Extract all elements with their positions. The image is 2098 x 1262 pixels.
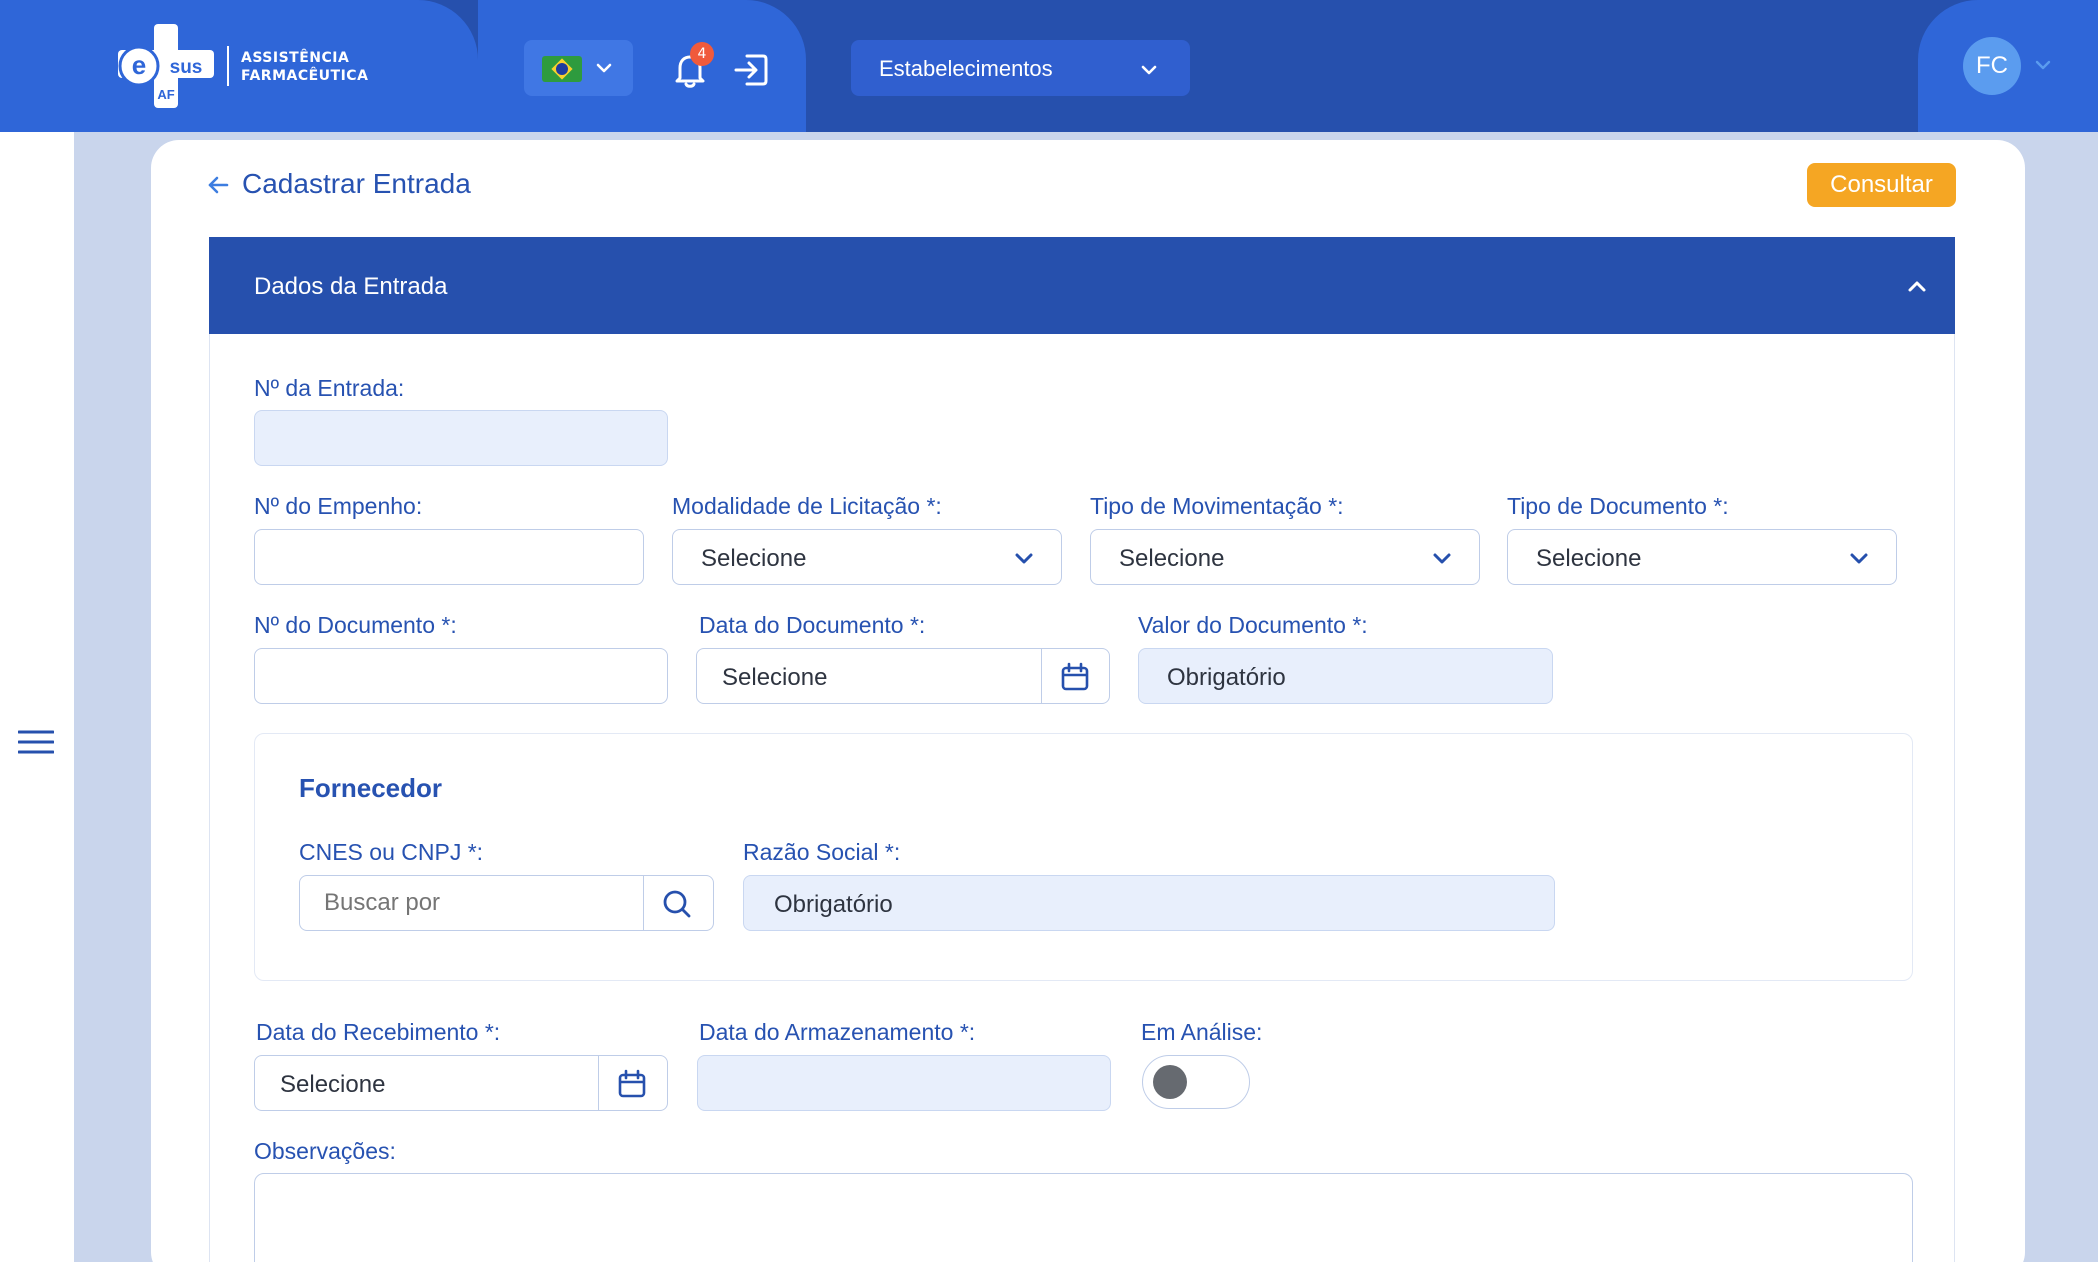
movement-type-value: Selecione	[1119, 545, 1225, 572]
chevron-down-icon	[1015, 553, 1033, 564]
commitment-number-input[interactable]	[255, 530, 643, 584]
chevron-down-icon	[1141, 65, 1157, 75]
establishments-select[interactable]: Estabelecimentos	[851, 40, 1190, 96]
under-analysis-toggle[interactable]	[1142, 1055, 1250, 1109]
search-button[interactable]	[643, 876, 713, 930]
calendar-icon	[618, 1069, 646, 1098]
entry-number-label: Nº da Entrada:	[254, 375, 405, 401]
search-icon	[663, 890, 691, 918]
calendar-button[interactable]	[598, 1056, 667, 1110]
company-name-field: Obrigatório	[743, 875, 1555, 931]
logo-panel	[0, 0, 478, 132]
notification-count-badge: 4	[690, 42, 714, 66]
commitment-number-label: Nº do Empenho:	[254, 493, 423, 519]
logo-sus-text: sus	[170, 57, 203, 78]
movement-type-label: Tipo de Movimentação *:	[1090, 493, 1344, 519]
commitment-number-field[interactable]	[254, 529, 644, 585]
language-select[interactable]	[524, 40, 633, 96]
document-date-label: Data do Documento *:	[699, 612, 926, 638]
esus-logo: e sus AF	[118, 24, 214, 108]
logo-e-text: e	[132, 50, 146, 80]
receipt-date-label: Data do Recebimento *:	[256, 1019, 501, 1045]
document-number-label: Nº do Documento *:	[254, 612, 457, 638]
cnes-cnpj-label: CNES ou CNPJ *:	[299, 839, 484, 865]
chevron-up-icon	[1908, 281, 1926, 292]
calendar-icon	[1061, 662, 1089, 691]
establishments-select-label: Estabelecimentos	[879, 56, 1053, 81]
document-number-input[interactable]	[255, 649, 667, 703]
bidding-modality-select[interactable]: Selecione	[672, 529, 1062, 585]
notes-field[interactable]	[254, 1173, 1913, 1262]
document-type-value: Selecione	[1536, 545, 1642, 572]
chevron-down-icon	[596, 63, 612, 73]
logout-icon[interactable]	[733, 50, 771, 90]
notes-label: Observações:	[254, 1138, 396, 1164]
logo-divider	[227, 46, 229, 86]
chevron-down-icon	[1433, 553, 1451, 564]
section-header-toggle[interactable]: Dados da Entrada	[209, 237, 1955, 334]
under-analysis-label: Em Análise:	[1141, 1019, 1263, 1045]
supplier-box	[254, 733, 1913, 981]
document-value-value: Obrigatório	[1167, 664, 1286, 691]
storage-date-label: Data do Armazenamento *:	[699, 1019, 976, 1045]
consult-button[interactable]: Consultar	[1807, 163, 1956, 207]
chevron-down-icon	[1850, 553, 1868, 564]
left-sidebar	[0, 132, 74, 1262]
logo-text: ASSISTÊNCIA FARMACÊUTICA	[241, 49, 368, 85]
bidding-modality-value: Selecione	[701, 545, 807, 572]
entry-number-field	[254, 410, 668, 466]
logo-line-2: FARMACÊUTICA	[241, 68, 369, 84]
document-type-label: Tipo de Documento *:	[1507, 493, 1729, 519]
company-name-label: Razão Social *:	[743, 839, 901, 865]
user-avatar[interactable]: FC	[1963, 37, 2021, 95]
company-name-value: Obrigatório	[774, 891, 893, 918]
logo-line-1: ASSISTÊNCIA	[241, 50, 350, 66]
document-date-picker[interactable]: Selecione	[696, 648, 1110, 704]
hamburger-menu-icon[interactable]	[18, 729, 54, 755]
document-value-label: Valor do Documento *:	[1138, 612, 1368, 638]
movement-type-select[interactable]: Selecione	[1090, 529, 1480, 585]
storage-date-field	[697, 1055, 1111, 1111]
chevron-down-icon[interactable]	[2034, 56, 2052, 74]
bidding-modality-label: Modalidade de Licitação *:	[672, 493, 942, 519]
cnes-cnpj-field[interactable]	[299, 875, 714, 931]
back-arrow-icon[interactable]	[207, 174, 229, 196]
document-type-select[interactable]: Selecione	[1507, 529, 1897, 585]
supplier-title: Fornecedor	[299, 773, 443, 803]
calendar-button[interactable]	[1041, 649, 1109, 703]
brazil-flag-icon	[542, 56, 582, 82]
toggle-knob	[1153, 1065, 1187, 1099]
document-date-value: Selecione	[722, 664, 828, 691]
cnes-cnpj-input[interactable]	[300, 876, 645, 930]
notes-textarea[interactable]	[255, 1174, 1912, 1262]
receipt-date-value: Selecione	[280, 1071, 386, 1098]
document-number-field[interactable]	[254, 648, 668, 704]
section-title: Dados da Entrada	[254, 273, 448, 300]
receipt-date-picker[interactable]: Selecione	[254, 1055, 668, 1111]
document-value-field: Obrigatório	[1138, 648, 1553, 704]
page-title: Cadastrar Entrada	[242, 168, 471, 199]
logo-af-text: AF	[157, 87, 174, 102]
